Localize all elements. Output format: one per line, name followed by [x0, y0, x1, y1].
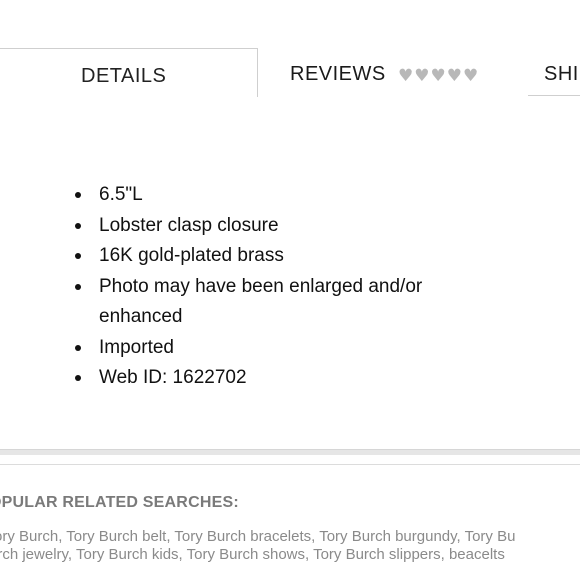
tab-details-label: DETAILS [81, 65, 167, 87]
related-link[interactable]: ory Burch [0, 528, 58, 545]
list-item: Web ID: 1622702 [56, 363, 476, 394]
related-link[interactable]: Tory Burch belt [66, 528, 166, 545]
related-link[interactable]: Tory Burch kids [76, 546, 179, 563]
details-list: 6.5"L Lobster clasp closure 16K gold-pla… [56, 180, 476, 394]
product-tabs-page: DETAILS REVIEWS ♥♥♥♥♥ SHI 6.5"L Lobster … [0, 0, 580, 580]
panel-bottom-divider [0, 449, 580, 455]
list-item: 6.5"L [56, 180, 476, 211]
related-link[interactable]: Tory Bu [465, 528, 516, 545]
list-item: Lobster clasp closure [56, 211, 476, 242]
tab-details[interactable]: DETAILS [0, 48, 258, 97]
list-item: Imported [56, 333, 476, 364]
related-link[interactable]: urch jewelry [0, 546, 68, 563]
related-searches-line-1: ory Burch, Tory Burch belt, Tory Burch b… [0, 528, 515, 545]
heart-icon: ♥♥♥♥♥ [398, 66, 480, 86]
tab-strip: DETAILS REVIEWS ♥♥♥♥♥ SHI [0, 0, 580, 100]
related-link[interactable]: Tory Burch bracelets [174, 528, 311, 545]
related-searches-line-2: urch jewelry, Tory Burch kids, Tory Burc… [0, 546, 505, 563]
list-item: Photo may have been enlarged and/or enha… [56, 272, 476, 333]
related-link[interactable]: beacelts [449, 546, 505, 563]
tab-shipping-label: SHI [544, 63, 579, 85]
related-link[interactable]: Tory Burch burgundy [319, 528, 456, 545]
tab-shipping[interactable]: SHI [544, 58, 580, 96]
section-divider [0, 464, 580, 465]
tab-reviews[interactable]: REVIEWS ♥♥♥♥♥ [258, 58, 528, 96]
related-link[interactable]: Tory Burch slippers [313, 546, 441, 563]
related-link[interactable]: Tory Burch shows [187, 546, 305, 563]
tab-reviews-label: REVIEWS [290, 63, 386, 85]
list-item: 16K gold-plated brass [56, 241, 476, 272]
related-searches-title: OPULAR RELATED SEARCHES: [0, 494, 239, 511]
